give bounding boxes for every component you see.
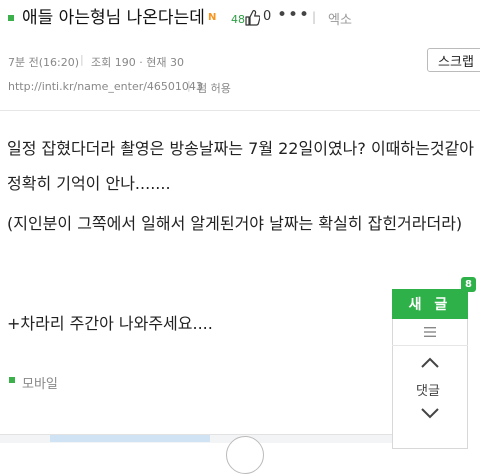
title-bullet xyxy=(8,15,14,21)
share-permission: 펌 허용 xyxy=(197,82,231,95)
bottom-image-preview xyxy=(50,435,210,442)
body-line: (지인분이 그쪽에서 일해서 알게된거야 날짜는 확실히 잡힌거라더라) xyxy=(7,214,463,233)
chevron-up-icon[interactable] xyxy=(418,355,442,371)
body-line: 일정 잡혔다더라 촬영은 방송날짜는 7월 22일이였나? 이때하는것같아 xyxy=(7,139,474,158)
new-badge: N xyxy=(208,12,217,23)
more-options-icon[interactable]: ••• xyxy=(277,5,310,25)
body-line: +차라리 주간아 나와주세요.... xyxy=(7,314,213,333)
post-title: 애들 아는형님 나온다는데 xyxy=(22,8,205,28)
mobile-bullet xyxy=(9,377,15,383)
like-count: 48 xyxy=(231,13,245,26)
url-separator: | xyxy=(187,79,191,92)
write-new-button[interactable]: 새 글 xyxy=(392,289,468,319)
comments-jump-label[interactable]: 댓글 xyxy=(416,380,440,399)
view-count: 조회 190 · 현재 30 xyxy=(91,56,184,69)
chevron-down-icon[interactable] xyxy=(418,405,442,421)
author-name[interactable]: 엑소 xyxy=(328,9,352,28)
meta-separator: | xyxy=(80,53,84,66)
post-url[interactable]: http://inti.kr/name_enter/46501043 xyxy=(8,80,203,93)
header-divider xyxy=(0,110,480,111)
scrap-button[interactable]: 스크랩 xyxy=(427,48,480,72)
header-separator: | xyxy=(312,10,317,24)
new-post-count-badge: 8 xyxy=(461,277,476,292)
body-line: 정확히 기억이 안나....... xyxy=(7,174,171,193)
panel-divider xyxy=(392,345,468,346)
hamburger-menu-icon[interactable] xyxy=(420,325,440,339)
thumbs-up-icon[interactable] xyxy=(244,9,260,27)
comment-count: 0 xyxy=(263,9,272,24)
post-time: 7분 전(16:20) xyxy=(8,56,80,69)
device-label: 모바일 xyxy=(22,377,58,392)
